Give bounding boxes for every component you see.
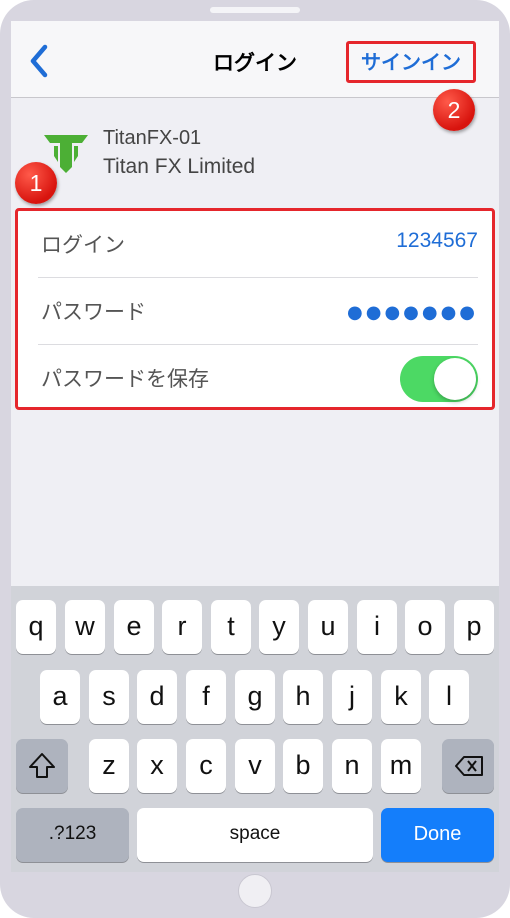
key-label: c — [199, 750, 213, 780]
key-e[interactable]: e — [114, 600, 154, 654]
done-key[interactable]: Done — [381, 808, 494, 862]
key-label: j — [349, 681, 355, 711]
key-u[interactable]: u — [308, 600, 348, 654]
key-b[interactable]: b — [283, 739, 323, 793]
key-label: Done — [413, 823, 462, 845]
key-label: s — [102, 681, 116, 711]
account-name: TitanFX-01 — [103, 127, 202, 149]
key-v[interactable]: v — [235, 739, 275, 793]
key-r[interactable]: r — [162, 600, 202, 654]
key-label: v — [248, 750, 262, 780]
key-label: w — [75, 611, 95, 641]
annotation-badge-2: 2 — [433, 89, 475, 131]
key-label: k — [394, 681, 408, 711]
key-x[interactable]: x — [137, 739, 177, 793]
key-label: u — [320, 611, 336, 641]
key-m[interactable]: m — [381, 739, 421, 793]
key-label: t — [227, 611, 235, 641]
key-label: y — [272, 611, 286, 641]
sign-in-button[interactable]: サインイン — [346, 41, 476, 83]
key-label: b — [295, 750, 311, 780]
backspace-icon — [455, 756, 483, 776]
navigation-bar: ログイン サインイン — [11, 21, 499, 98]
save-password-row: パスワードを保存 — [38, 345, 478, 411]
save-password-label: パスワードを保存 — [41, 367, 209, 391]
key-label: m — [389, 750, 413, 780]
key-label: a — [52, 681, 68, 711]
key-label: z — [102, 750, 116, 780]
key-i[interactable]: i — [357, 600, 397, 654]
key-z[interactable]: z — [89, 739, 129, 793]
annotation-badge-1: 1 — [15, 162, 57, 204]
key-a[interactable]: a — [40, 670, 80, 724]
key-label: h — [295, 681, 311, 711]
key-label: q — [28, 611, 44, 641]
key-label: x — [150, 750, 164, 780]
key-w[interactable]: w — [65, 600, 105, 654]
login-row[interactable]: ログイン 1234567 — [38, 211, 478, 277]
key-c[interactable]: c — [186, 739, 226, 793]
key-label: e — [126, 611, 142, 641]
key-y[interactable]: y — [259, 600, 299, 654]
password-label: パスワード — [41, 300, 146, 324]
account-company: Titan FX Limited — [103, 155, 256, 178]
delete-key[interactable] — [442, 739, 494, 793]
key-k[interactable]: k — [381, 670, 421, 724]
key-label: r — [177, 611, 187, 641]
login-value[interactable]: 1234567 — [396, 229, 478, 253]
key-t[interactable]: t — [211, 600, 251, 654]
key-s[interactable]: s — [89, 670, 129, 724]
screen: ログイン サインイン 2 TitanFX-01 Titan FX Limited… — [11, 21, 499, 872]
numbers-key[interactable]: .?123 — [16, 808, 129, 862]
key-j[interactable]: j — [332, 670, 372, 724]
toggle-knob — [434, 358, 476, 400]
login-label: ログイン — [41, 233, 125, 257]
key-label: space — [229, 823, 281, 844]
keyboard: q w e r t y u i o p a s d f g h j k l z … — [11, 586, 499, 872]
key-label: g — [247, 681, 263, 711]
key-label: l — [446, 681, 452, 711]
key-label: d — [149, 681, 165, 711]
home-button[interactable] — [238, 874, 272, 908]
key-o[interactable]: o — [405, 600, 445, 654]
key-f[interactable]: f — [186, 670, 226, 724]
key-label: f — [202, 681, 210, 711]
key-label: i — [374, 611, 380, 641]
shift-arrow-icon — [29, 753, 55, 778]
key-l[interactable]: l — [429, 670, 469, 724]
key-label: .?123 — [48, 823, 97, 844]
key-label: n — [344, 750, 360, 780]
login-form: ログイン 1234567 パスワード ●●●●●●● パスワードを保存 — [15, 208, 495, 410]
key-p[interactable]: p — [454, 600, 494, 654]
space-key[interactable]: space — [137, 808, 373, 862]
key-d[interactable]: d — [137, 670, 177, 724]
shift-key[interactable] — [16, 739, 68, 793]
phone-frame: ログイン サインイン 2 TitanFX-01 Titan FX Limited… — [0, 0, 510, 918]
key-n[interactable]: n — [332, 739, 372, 793]
key-q[interactable]: q — [16, 600, 56, 654]
key-g[interactable]: g — [235, 670, 275, 724]
phone-speaker — [210, 7, 300, 13]
key-h[interactable]: h — [283, 670, 323, 724]
key-label: p — [466, 611, 482, 641]
key-label: o — [417, 611, 433, 641]
password-value[interactable]: ●●●●●●● — [347, 302, 478, 323]
password-row[interactable]: パスワード ●●●●●●● — [38, 278, 478, 344]
save-password-toggle[interactable] — [400, 356, 478, 402]
